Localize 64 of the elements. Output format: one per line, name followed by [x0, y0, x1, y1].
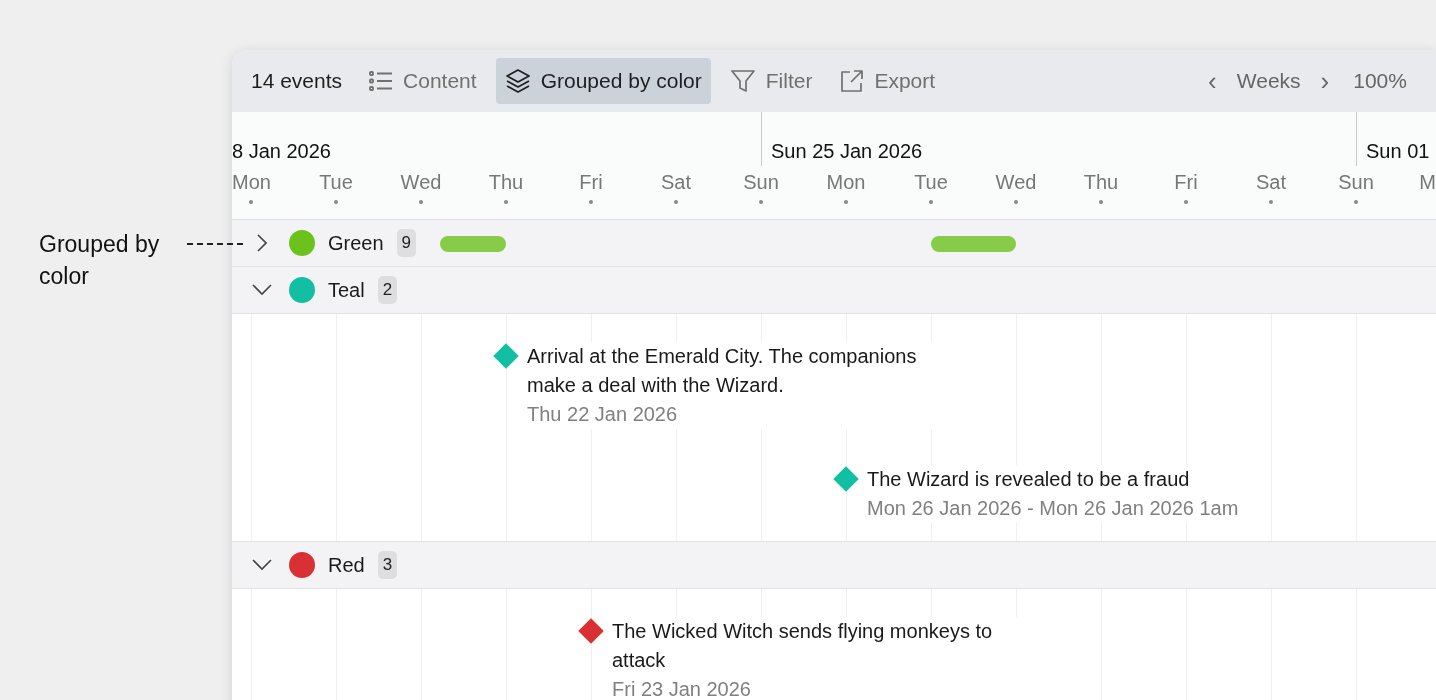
day-label: Wed — [995, 171, 1037, 194]
day-label: Fri — [1174, 171, 1198, 194]
week-label: Sun 01 — [1366, 140, 1430, 163]
count-badge: 3 — [377, 551, 398, 579]
annotation-text: Grouped by color — [39, 230, 161, 291]
day-label: Mon — [826, 171, 866, 194]
week-label: 8 Jan 2026 — [232, 140, 331, 163]
day-tick — [249, 200, 253, 204]
layers-icon — [504, 68, 531, 94]
group-row[interactable]: Red 3 — [232, 542, 1436, 589]
day-tick — [1099, 200, 1103, 204]
previous-button[interactable]: ‹ — [1202, 65, 1223, 97]
day-tick — [589, 200, 593, 204]
day-label: Fri — [579, 171, 603, 194]
day-tick — [1354, 200, 1358, 204]
leader-line — [187, 243, 243, 245]
day-tick — [1269, 200, 1273, 204]
group-name: Teal — [328, 278, 365, 302]
next-button[interactable]: › — [1314, 65, 1336, 97]
chevron-down-icon[interactable] — [252, 284, 272, 296]
day-tick — [1014, 200, 1018, 204]
count-badge: 9 — [396, 229, 417, 257]
day-label: Thu — [1083, 171, 1119, 194]
count-badge: 2 — [377, 276, 398, 304]
event-title[interactable]: The Wicked Witch sends flying monkeys to attack — [612, 616, 1032, 675]
day-tick — [334, 200, 338, 204]
group-row[interactable]: Green 9 — [232, 220, 1436, 267]
group-row[interactable]: Teal 2 — [232, 267, 1436, 314]
day-tick — [1184, 200, 1188, 204]
event-date: Fri 23 Jan 2026 — [612, 676, 752, 700]
day-label: Sun — [1338, 171, 1374, 194]
toolbar-button[interactable]: Grouped by color — [495, 58, 711, 104]
toolbar-button[interactable]: Export — [831, 58, 945, 104]
day-label: Thu — [488, 171, 524, 194]
zoom-button[interactable]: 100% — [1339, 69, 1417, 93]
day-label: Tue — [319, 171, 353, 194]
day-label: Sat — [661, 171, 691, 194]
scale-button[interactable]: Weeks — [1226, 69, 1311, 93]
event-title[interactable]: The Wizard is revealed to be a fraud — [867, 464, 1239, 494]
day-tick — [759, 200, 763, 204]
day-tick — [419, 200, 423, 204]
day-tick — [844, 200, 848, 204]
day-label: Tue — [914, 171, 948, 194]
filter-icon — [729, 68, 756, 94]
day-label: Sun — [743, 171, 779, 194]
day-label: Wed — [400, 171, 442, 194]
event-date: Mon 26 Jan 2026 - Mon 26 Jan 2026 1am — [867, 495, 1239, 521]
week-label: Sun 25 Jan 2026 — [771, 140, 923, 163]
day-tick — [674, 200, 678, 204]
day-label: Sat — [1256, 171, 1286, 194]
event-count: 14 events — [251, 69, 343, 93]
list-icon — [369, 70, 394, 92]
group-name: Red — [328, 553, 365, 577]
event-date: Thu 22 Jan 2026 — [527, 401, 679, 427]
event-title[interactable]: Arrival at the Emerald City. The companions make a deal with the Wizard. — [527, 341, 947, 400]
toolbar-button[interactable]: Content — [360, 58, 486, 104]
day-label: M — [1419, 171, 1436, 194]
day-label: Mon — [232, 171, 271, 194]
toolbar-button[interactable]: Filter — [720, 58, 822, 104]
chevron-down-icon[interactable] — [252, 559, 272, 571]
export-icon — [840, 69, 865, 93]
day-tick — [929, 200, 933, 204]
day-tick — [504, 200, 508, 204]
group-name: Green — [328, 231, 384, 255]
